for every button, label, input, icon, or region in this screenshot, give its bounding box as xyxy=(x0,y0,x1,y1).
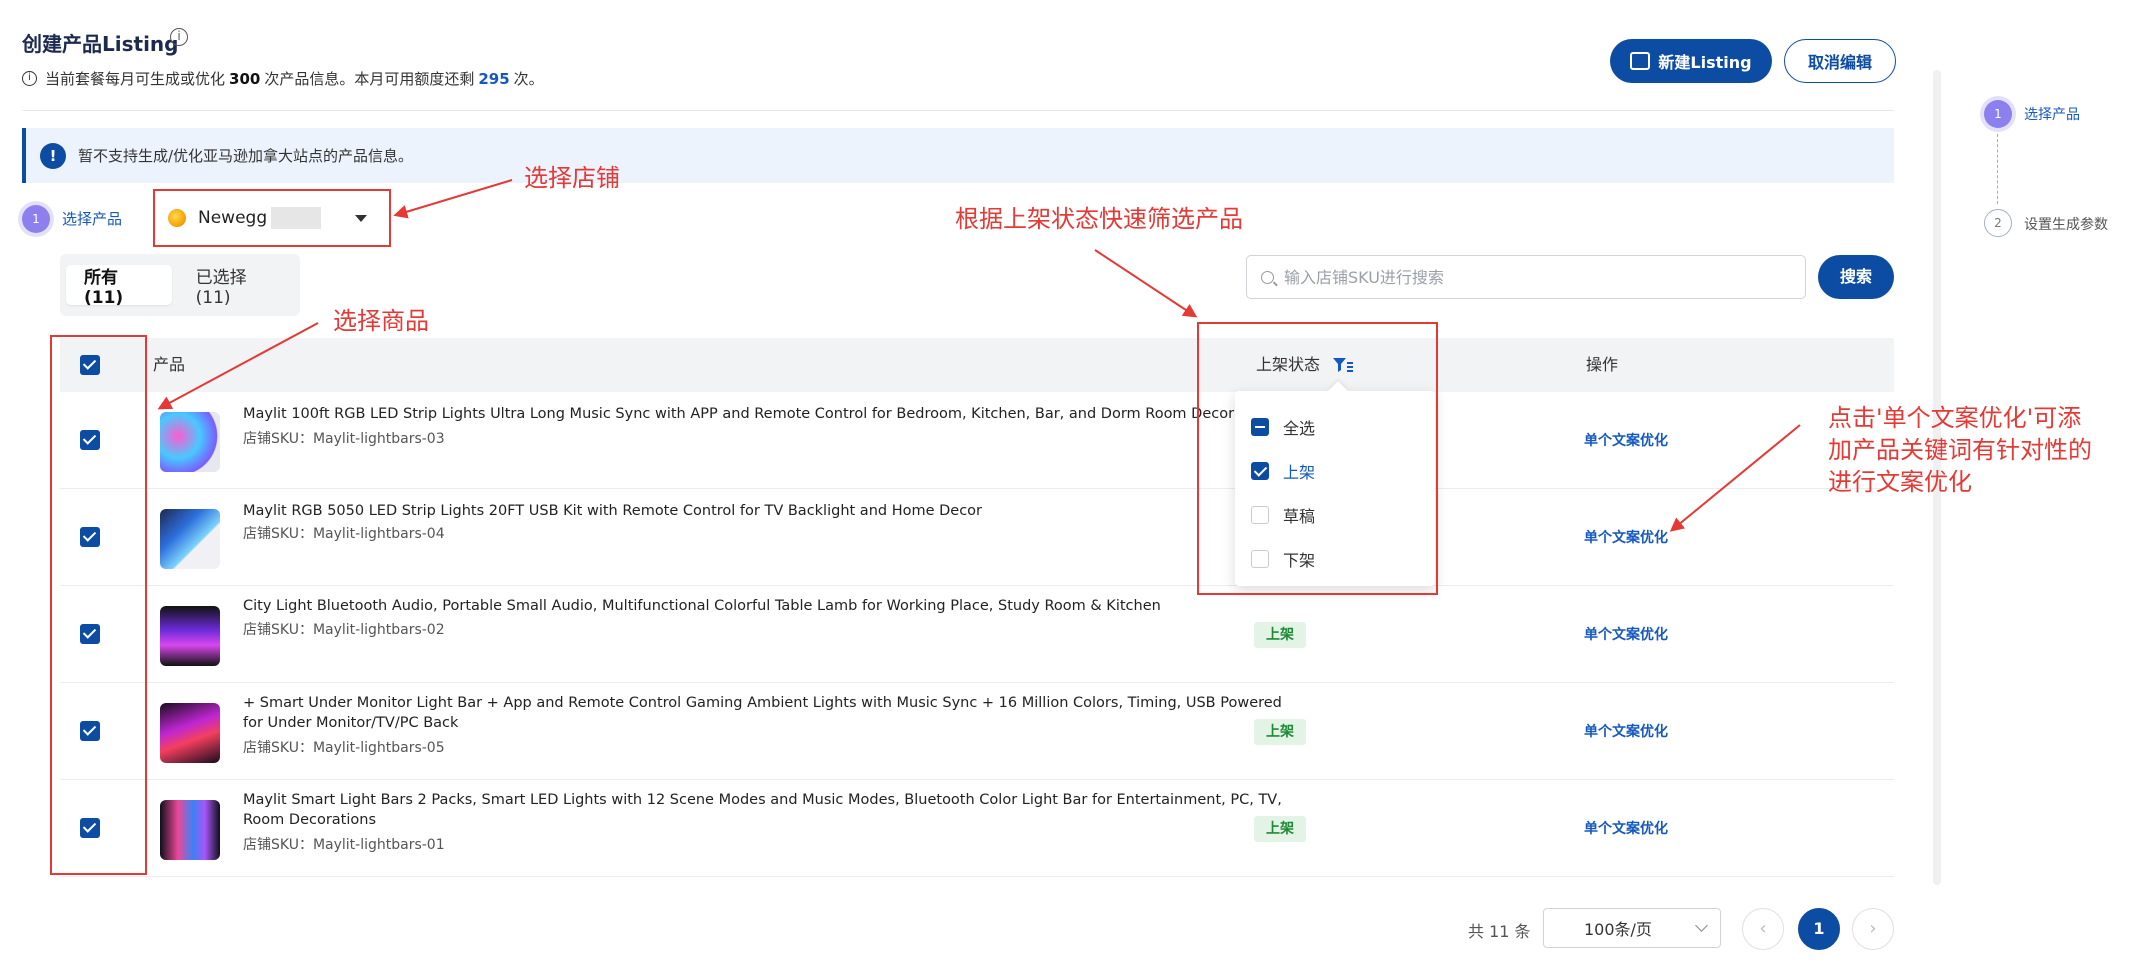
total-count: 共 11 条 xyxy=(1468,922,1531,941)
cancel-edit-button[interactable]: 取消编辑 xyxy=(1784,39,1896,83)
chevron-down-icon xyxy=(1695,919,1708,932)
status-badge: 上架 xyxy=(1254,816,1306,842)
tab-selected[interactable]: 已选择 (11) xyxy=(178,265,294,308)
divider xyxy=(22,110,1894,111)
step-2-label[interactable]: 设置生成参数 xyxy=(2024,214,2108,234)
arrow-store xyxy=(393,179,513,219)
product-thumbnail xyxy=(160,703,220,763)
table-row: + Smart Under Monitor Light Bar + App an… xyxy=(60,683,1894,780)
annotation-products: 选择商品 xyxy=(333,307,429,335)
table-row: Maylit Smart Light Bars 2 Packs, Smart L… xyxy=(60,780,1894,877)
table-row: Maylit 100ft RGB LED Strip Lights Ultra … xyxy=(60,392,1894,489)
info-icon: i xyxy=(22,71,37,86)
product-name: Maylit Smart Light Bars 2 Packs, Smart L… xyxy=(243,792,1282,828)
table-row: City Light Bluetooth Audio, Portable Sma… xyxy=(60,586,1894,683)
optimize-link[interactable]: 单个文案优化 xyxy=(1584,527,1668,547)
product-thumbnail xyxy=(160,800,220,860)
search-box xyxy=(1246,255,1806,299)
search-button[interactable]: 搜索 xyxy=(1818,255,1894,299)
product-name: Maylit RGB 5050 LED Strip Lights 20FT US… xyxy=(243,503,983,519)
product-sku: 店铺SKU：Maylit-lightbars-02 xyxy=(243,622,445,638)
product-name: Maylit 100ft RGB LED Strip Lights Ultra … xyxy=(243,406,1235,422)
product-sku: 店铺SKU：Maylit-lightbars-05 xyxy=(243,740,445,756)
info-icon[interactable]: i xyxy=(170,28,188,46)
product-name: City Light Bluetooth Audio, Portable Sma… xyxy=(243,598,1161,614)
product-sku: 店铺SKU：Maylit-lightbars-03 xyxy=(243,431,445,447)
product-name: + Smart Under Monitor Light Bar + App an… xyxy=(243,695,1282,731)
status-badge: 上架 xyxy=(1254,719,1306,745)
product-sku: 店铺SKU：Maylit-lightbars-04 xyxy=(243,526,445,542)
search-icon xyxy=(1261,270,1274,284)
optimize-link[interactable]: 单个文案优化 xyxy=(1584,721,1668,741)
page-size-select[interactable]: 100条/页 xyxy=(1543,908,1721,948)
product-thumbnail xyxy=(160,509,220,569)
tab-all[interactable]: 所有 (11) xyxy=(66,265,172,308)
optimize-link[interactable]: 单个文案优化 xyxy=(1584,430,1668,450)
column-header-product: 产品 xyxy=(153,355,186,374)
new-document-icon xyxy=(1630,52,1651,70)
alert-banner: ! 暂不支持生成/优化亚马逊加拿大站点的产品信息。 xyxy=(22,128,1894,183)
annotation-box-store xyxy=(153,189,391,247)
step-1-indicator[interactable]: 1 xyxy=(1984,100,2012,128)
tab-bar: 所有 (11) 已选择 (11) xyxy=(60,254,300,316)
step-2-indicator[interactable]: 2 xyxy=(1984,209,2012,237)
optimize-link[interactable]: 单个文案优化 xyxy=(1584,624,1668,644)
next-page-button[interactable]: › xyxy=(1852,908,1894,950)
step-number: 1 xyxy=(22,205,50,233)
product-thumbnail xyxy=(160,412,220,472)
alert-icon: ! xyxy=(40,142,66,169)
annotation-store: 选择店铺 xyxy=(524,164,620,192)
prev-page-button[interactable]: ‹ xyxy=(1742,908,1784,950)
table-header: 产品 上架状态 操作 xyxy=(60,338,1894,392)
arrow-filter xyxy=(1094,249,1198,318)
page-1-button[interactable]: 1 xyxy=(1798,908,1840,950)
table-row: Maylit RGB 5050 LED Strip Lights 20FT US… xyxy=(60,489,1894,586)
quota-text: i 当前套餐每月可生成或优化 300 次产品信息。本月可用额度还剩 295 次。 xyxy=(22,68,544,89)
column-header-action: 操作 xyxy=(1586,355,1619,374)
search-input[interactable] xyxy=(1284,267,1764,287)
page-title: 创建产品Listing xyxy=(22,32,179,56)
annotation-box-filter xyxy=(1197,322,1438,595)
annotation-filter: 根据上架状态快速筛选产品 xyxy=(955,205,1243,233)
step-connector xyxy=(1997,134,1998,204)
step-label: 选择产品 xyxy=(62,210,123,228)
new-listing-button[interactable]: 新建Listing xyxy=(1610,39,1772,83)
annotation-optimize: 点击'单个文案优化'可添 加产品关键词有针对性的 进行文案优化 xyxy=(1828,404,2092,496)
annotation-box-checkboxes xyxy=(50,335,147,875)
optimize-link[interactable]: 单个文案优化 xyxy=(1584,818,1668,838)
product-sku: 店铺SKU：Maylit-lightbars-01 xyxy=(243,837,445,853)
product-thumbnail xyxy=(160,606,220,666)
status-badge: 上架 xyxy=(1254,622,1306,648)
step-1-label[interactable]: 选择产品 xyxy=(2024,104,2080,124)
